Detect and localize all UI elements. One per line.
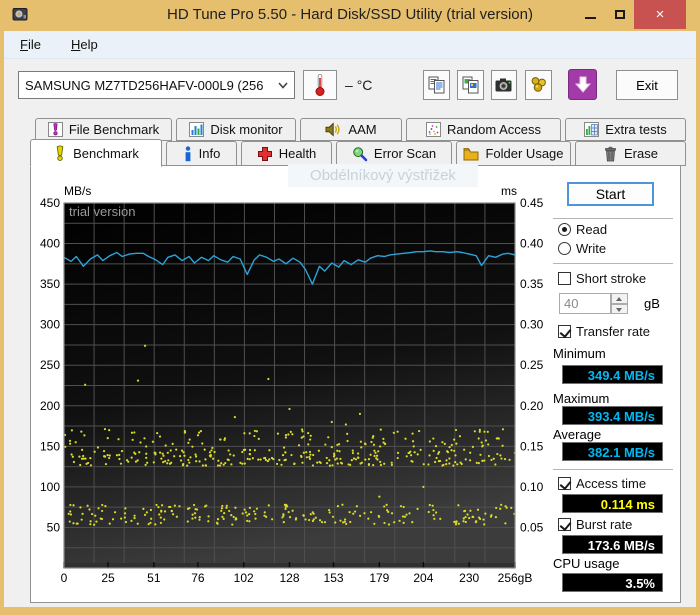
disk-monitor-icon <box>189 122 205 137</box>
copy-image-button[interactable] <box>457 70 484 100</box>
tab-folder-usage[interactable]: Folder Usage <box>456 141 571 166</box>
titlebar: HD Tune Pro 5.50 - Hard Disk/SSD Utility… <box>0 0 700 31</box>
minimum-label: Minimum <box>553 346 606 361</box>
download-arrow-icon <box>574 76 591 93</box>
menu-help[interactable]: Help <box>69 35 100 54</box>
maximize-button[interactable] <box>606 0 634 28</box>
stepper-up-icon[interactable] <box>611 293 628 304</box>
maximum-label: Maximum <box>553 391 610 406</box>
temperature-unit: °C <box>356 77 373 93</box>
short-stroke-size-input[interactable]: 40 <box>559 293 611 314</box>
tab-extra-tests[interactable]: Extra tests <box>565 118 686 141</box>
tab-health[interactable]: Health <box>241 141 332 166</box>
write-radio[interactable] <box>558 242 571 255</box>
drive-select-value: SAMSUNG MZ7TD256HAFV-000L9 (256 <box>25 77 264 93</box>
temperature-readout: – °C <box>345 77 372 93</box>
save-icon <box>531 77 546 92</box>
tab-erase[interactable]: Erase <box>575 141 686 166</box>
read-radio[interactable] <box>558 223 571 236</box>
tab-benchmark[interactable]: Benchmark <box>30 139 162 167</box>
transfer-rate-row[interactable]: Transfer rate <box>558 324 650 339</box>
tab-error-scan[interactable]: Error Scan <box>336 141 452 166</box>
benchmark-page: Obdélníkový výstřižek trial version 450 40… <box>30 164 681 603</box>
drive-select[interactable]: SAMSUNG MZ7TD256HAFV-000L9 (256 <box>18 71 295 99</box>
erase-icon <box>603 146 618 162</box>
folder-usage-icon <box>463 147 479 161</box>
tab-info[interactable]: Info <box>166 141 237 166</box>
benchmark-icon <box>53 145 67 161</box>
minimum-value: 349.4 MB/s <box>562 365 663 384</box>
aam-icon <box>325 122 342 137</box>
short-stroke-checkbox[interactable] <box>558 272 571 285</box>
tab-random-access[interactable]: Random Access <box>406 118 561 141</box>
error-scan-icon <box>352 146 368 162</box>
burst-rate-label: Burst rate <box>576 517 633 532</box>
save-button[interactable] <box>525 70 552 100</box>
stepper-down-icon[interactable] <box>611 303 628 314</box>
read-radio-row[interactable]: Read <box>558 222 607 237</box>
menu-file[interactable]: File <box>18 35 43 54</box>
tab-disk-monitor[interactable]: Disk monitor <box>176 118 296 141</box>
write-radio-row[interactable]: Write <box>558 241 606 256</box>
burst-rate-row[interactable]: Burst rate <box>558 517 632 532</box>
tab-aam[interactable]: AAM <box>300 118 402 141</box>
tab-row-secondary: File Benchmark Disk monitor AAM Random A… <box>35 118 686 141</box>
transfer-rate-label: Transfer rate <box>576 324 650 339</box>
maximum-value: 393.4 MB/s <box>562 406 663 425</box>
burst-rate-value: 173.6 MB/s <box>562 535 663 554</box>
transfer-rate-checkbox[interactable] <box>558 325 571 338</box>
minimize-icon <box>584 17 596 19</box>
client-area: File Help SAMSUNG MZ7TD256HAFV-000L9 (25… <box>4 31 696 607</box>
close-icon: × <box>655 6 665 23</box>
tab-file-benchmark[interactable]: File Benchmark <box>35 118 172 141</box>
extra-tests-icon <box>584 122 600 137</box>
screenshot-button[interactable] <box>491 70 517 100</box>
health-icon <box>257 146 273 162</box>
read-label: Read <box>576 222 608 237</box>
average-label: Average <box>553 427 602 442</box>
maximize-icon <box>615 9 625 19</box>
cpu-usage-value: 3.5% <box>562 573 663 592</box>
access-time-row[interactable]: Access time <box>558 476 646 491</box>
menubar: File Help <box>4 31 696 59</box>
exit-button[interactable]: Exit <box>616 70 678 100</box>
camera-icon <box>495 78 512 92</box>
cpu-usage-label: CPU usage <box>553 556 620 571</box>
access-time-checkbox[interactable] <box>558 477 571 490</box>
burst-rate-checkbox[interactable] <box>558 518 571 531</box>
minimize-button[interactable] <box>576 0 604 28</box>
access-time-label: Access time <box>576 476 647 491</box>
chevron-down-icon <box>278 81 288 89</box>
app-window: HD Tune Pro 5.50 - Hard Disk/SSD Utility… <box>0 0 700 615</box>
access-time-value: 0.114 ms <box>562 494 663 513</box>
info-icon <box>183 145 193 162</box>
temperature-value: – <box>345 77 353 93</box>
separator <box>553 218 673 220</box>
random-access-icon <box>426 122 442 137</box>
short-stroke-label: Short stroke <box>576 271 647 286</box>
snip-watermark: Obdélníkový výstřižek <box>288 164 478 187</box>
write-label: Write <box>576 241 607 256</box>
benchmark-side-panel: Start Read Write Short stroke 40 gB Tran… <box>31 166 680 602</box>
short-stroke-stepper[interactable] <box>611 293 628 314</box>
temperature-button[interactable] <box>303 70 337 100</box>
copy-image-icon <box>462 76 478 94</box>
start-button[interactable]: Start <box>567 182 654 206</box>
average-value: 382.1 MB/s <box>562 442 663 461</box>
close-button[interactable]: × <box>634 0 686 29</box>
copy-text-icon <box>428 76 444 94</box>
copy-text-button[interactable] <box>423 70 450 100</box>
separator <box>553 263 673 265</box>
short-stroke-unit: gB <box>644 296 660 311</box>
file-benchmark-icon <box>47 122 63 137</box>
download-button[interactable] <box>568 69 597 100</box>
thermometer-icon <box>315 74 325 96</box>
short-stroke-row[interactable]: Short stroke <box>558 271 646 286</box>
separator <box>553 469 673 471</box>
